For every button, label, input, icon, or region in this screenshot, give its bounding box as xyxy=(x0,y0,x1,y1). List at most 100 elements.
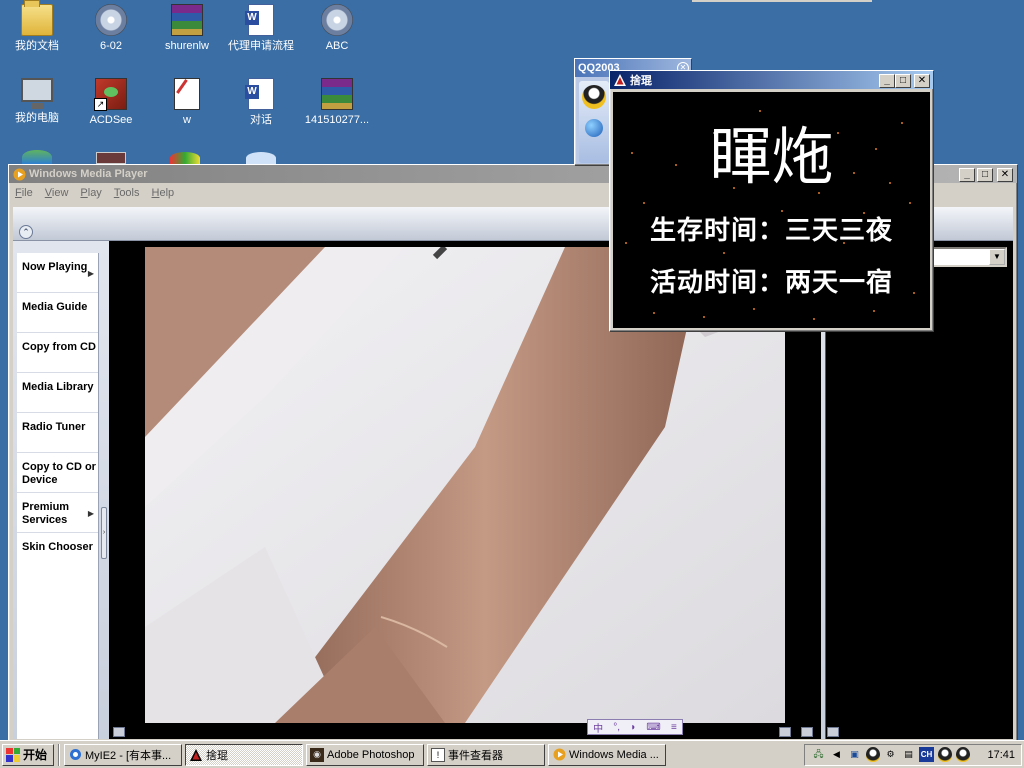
winrar-archive-icon xyxy=(321,78,353,110)
document-icon xyxy=(95,4,127,36)
activity-time-text: 活动时间：两天一宿 xyxy=(649,268,893,298)
taskpane-label: Copy to CD or Device xyxy=(22,461,96,486)
folder-icon xyxy=(21,0,53,36)
menu-view[interactable]: View xyxy=(45,187,69,199)
feature-taskbar: Now Playing ▶ Media Guide Copy from CD M… xyxy=(17,253,99,739)
fullscreen-icon[interactable] xyxy=(779,727,791,737)
taskpane-label: Media Library xyxy=(22,381,94,393)
qq-sidebar xyxy=(579,81,609,163)
speaker-icon[interactable]: ◀ xyxy=(829,747,844,762)
maximize-button[interactable]: □ xyxy=(977,168,993,182)
minimize-button[interactable]: _ xyxy=(879,74,895,88)
partial-desktop-icon xyxy=(22,150,52,164)
video-control-icon[interactable] xyxy=(113,727,125,737)
task-photoshop[interactable]: ◉ Adobe Photoshop xyxy=(306,743,424,766)
taskpane-label: Now Playing xyxy=(22,261,88,273)
qq-penguin-icon[interactable] xyxy=(955,747,970,762)
taskpane-copy-to-cd[interactable]: Copy to CD or Device xyxy=(17,453,98,493)
desktop-icon-abc[interactable]: ABC xyxy=(300,4,374,53)
popup-content: 睴炧 生存时间：三天三夜 活动时间：两天一宿 xyxy=(613,92,930,328)
arrow-right-icon: ▶ xyxy=(87,269,94,278)
hide-taskbar-button[interactable]: ⌃ xyxy=(19,225,33,239)
ime-moon-icon[interactable]: ◗ xyxy=(630,722,636,733)
network-icon[interactable]: 🖧 xyxy=(811,747,826,762)
ime-punct-icon[interactable]: °, xyxy=(613,722,620,733)
desktop-icon-archive-141510277[interactable]: 141510277... xyxy=(300,78,374,127)
desktop-icon-w[interactable]: w xyxy=(150,78,224,127)
qq-penguin-icon[interactable] xyxy=(937,747,952,762)
desktop-icon-label: 代理申请流程 xyxy=(228,40,294,52)
taskpane-media-library[interactable]: Media Library xyxy=(17,373,98,413)
taskpane-label: Copy from CD xyxy=(22,341,96,353)
skin-mode-icon[interactable] xyxy=(801,727,813,737)
word-document-icon xyxy=(245,78,274,110)
menu-play[interactable]: Play xyxy=(80,187,101,199)
playlist-toggle-icon[interactable] xyxy=(827,727,839,737)
qq-penguin-icon[interactable] xyxy=(865,747,880,762)
partial-desktop-icon xyxy=(170,152,200,164)
taskpane-media-guide[interactable]: Media Guide xyxy=(17,293,98,333)
desktop-icon-label: 141510277... xyxy=(304,114,370,126)
desktop-icon-label: 对话 xyxy=(250,114,272,126)
offscreen-window-edge xyxy=(692,0,872,2)
task-event-viewer[interactable]: ! 事件查看器 xyxy=(427,743,545,766)
clock[interactable]: 17:41 xyxy=(987,749,1015,761)
ime-toolbar[interactable]: 中 °, ◗ ⌨ ≡ xyxy=(587,719,683,735)
settings-icon[interactable]: ⚙ xyxy=(883,747,898,762)
desktop-icon-shurenlw[interactable]: shurenlw xyxy=(150,4,224,53)
task-myie2[interactable]: MyIE2 - [有本事... xyxy=(64,743,182,766)
taskpane-skin-chooser[interactable]: Skin Chooser xyxy=(17,533,98,573)
taskpane-premium-services[interactable]: Premium Services ▶ xyxy=(17,493,98,533)
pencil-document-icon xyxy=(174,78,200,110)
desktop-icon-label: 6-02 xyxy=(99,40,123,52)
desktop-icon-my-computer[interactable]: 我的电脑 xyxy=(0,78,74,125)
language-indicator[interactable]: CH xyxy=(919,747,934,762)
desktop-icon-acdsee[interactable]: ACDSee xyxy=(74,78,148,127)
task-label: Adobe Photoshop xyxy=(327,748,415,761)
desktop-icon-agent-application[interactable]: 代理申请流程 xyxy=(224,4,298,53)
task-label: 事件查看器 xyxy=(448,749,503,762)
start-button[interactable]: 开始 xyxy=(2,743,54,766)
menu-tools[interactable]: Tools xyxy=(114,187,140,199)
ime-keyboard-icon[interactable]: ⌨ xyxy=(646,722,660,733)
qq-penguin-icon[interactable] xyxy=(582,85,606,109)
desktop-icon-6-02[interactable]: 6-02 xyxy=(74,4,148,53)
menu-file[interactable]: File xyxy=(15,187,33,199)
taskpane-now-playing[interactable]: Now Playing ▶ xyxy=(17,253,98,293)
taskpane-label: Media Guide xyxy=(22,301,88,313)
task-label: MyIE2 - [有本事... xyxy=(85,749,172,762)
playlist-divider xyxy=(825,327,826,739)
monitor-icon[interactable]: ▤ xyxy=(901,747,916,762)
task-media-player[interactable]: Windows Media ... xyxy=(548,743,666,766)
desktop-icon-my-documents[interactable]: 我的文档 xyxy=(0,0,74,53)
taskpane-radio-tuner[interactable]: Radio Tuner xyxy=(17,413,98,453)
desktop-icon-label: 我的电脑 xyxy=(15,112,59,124)
desktop-icon-label: shurenlw xyxy=(164,40,210,52)
warning-app-icon xyxy=(613,73,627,87)
maximize-button[interactable]: □ xyxy=(895,74,911,88)
display-icon[interactable]: ▣ xyxy=(847,747,862,762)
ime-menu-icon[interactable]: ≡ xyxy=(671,722,677,733)
taskpane-copy-from-cd[interactable]: Copy from CD xyxy=(17,333,98,373)
ie-icon xyxy=(68,748,82,762)
task-popup[interactable]: 捨琨 xyxy=(185,743,303,766)
minimize-button[interactable]: _ xyxy=(959,168,975,182)
wmp-icon xyxy=(552,748,566,762)
taskbar: 开始 MyIE2 - [有本事... 捨琨 ◉ Adobe Photoshop … xyxy=(0,740,1024,768)
system-tray: 🖧 ◀ ▣ ⚙ ▤ CH 17:41 xyxy=(804,743,1022,766)
windows-logo-icon xyxy=(6,747,20,762)
media-player-icon xyxy=(12,167,26,181)
popup-titlebar[interactable]: 捨琨 _ □ ✕ xyxy=(610,71,933,89)
menu-help[interactable]: Help xyxy=(152,187,175,199)
desktop-icon-dialogue[interactable]: 对话 xyxy=(224,78,298,127)
globe-icon[interactable] xyxy=(585,119,603,137)
ime-mode-icon[interactable]: 中 xyxy=(593,720,603,735)
close-button[interactable]: ✕ xyxy=(997,168,1013,182)
desktop-icon-label: w xyxy=(183,114,191,126)
desktop-icon-label: ABC xyxy=(325,40,349,52)
disc-icon xyxy=(321,4,353,36)
partial-desktop-icon xyxy=(96,152,126,164)
close-button[interactable]: ✕ xyxy=(914,74,930,88)
taskpane-resize-grip[interactable]: › xyxy=(101,507,107,559)
desktop-icon-label: ACDSee xyxy=(89,114,133,126)
